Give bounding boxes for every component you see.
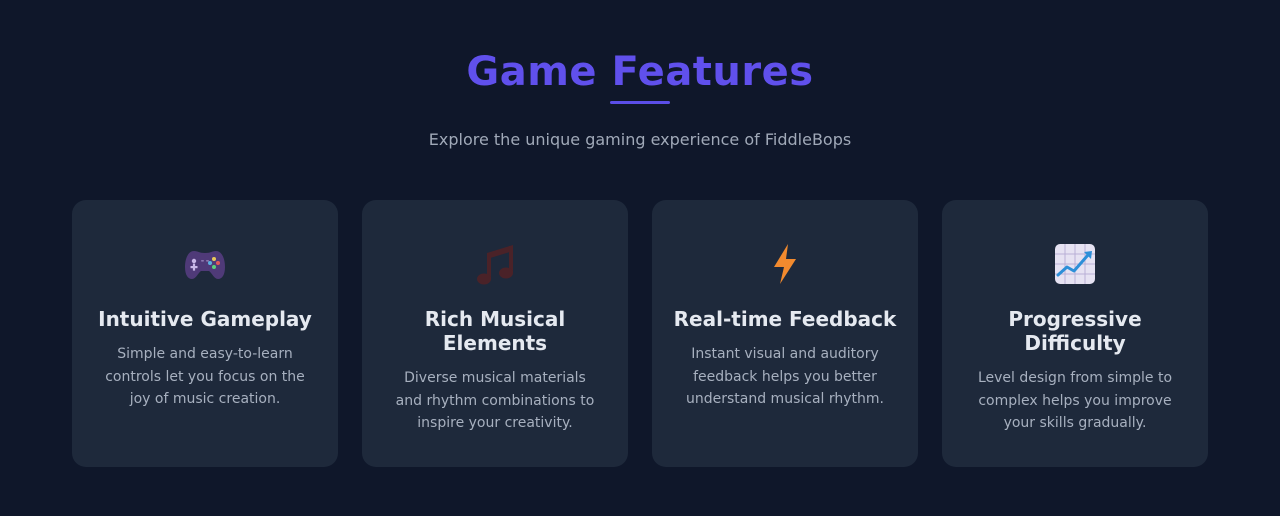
chart-increasing-icon <box>942 242 1208 286</box>
feature-title: Rich Musical Elements <box>424 307 566 355</box>
feature-cards: Intuitive Gameplay Simple and easy-to-le… <box>72 200 1208 467</box>
feature-title: Real-time Feedback <box>673 307 897 331</box>
feature-description: Instant visual and auditory feedback hel… <box>685 346 884 407</box>
section-subtitle: Explore the unique gaming experience of … <box>428 130 852 149</box>
feature-card-progressive-difficulty: Progressive Difficulty Level design from… <box>942 200 1208 467</box>
musical-notes-icon <box>362 242 628 286</box>
feature-description: Diverse musical materials and rhythm com… <box>395 370 595 431</box>
feature-card-intuitive-gameplay: Intuitive Gameplay Simple and easy-to-le… <box>72 200 338 467</box>
section-title: Game Features <box>466 49 814 95</box>
feature-description: Simple and easy-to-learn controls let yo… <box>105 346 305 407</box>
feature-card-rich-musical-elements: Rich Musical Elements Diverse musical ma… <box>362 200 628 467</box>
feature-title: Progressive Difficulty <box>1008 307 1142 355</box>
game-controller-icon <box>72 242 338 286</box>
lightning-bolt-icon <box>652 242 918 286</box>
game-features-section: Game Features Explore the unique gaming … <box>0 0 1280 516</box>
feature-title: Intuitive Gameplay <box>98 307 312 331</box>
feature-card-real-time-feedback: Real-time Feedback Instant visual and au… <box>652 200 918 467</box>
title-underline <box>610 101 670 104</box>
feature-description: Level design from simple to complex help… <box>977 370 1173 431</box>
